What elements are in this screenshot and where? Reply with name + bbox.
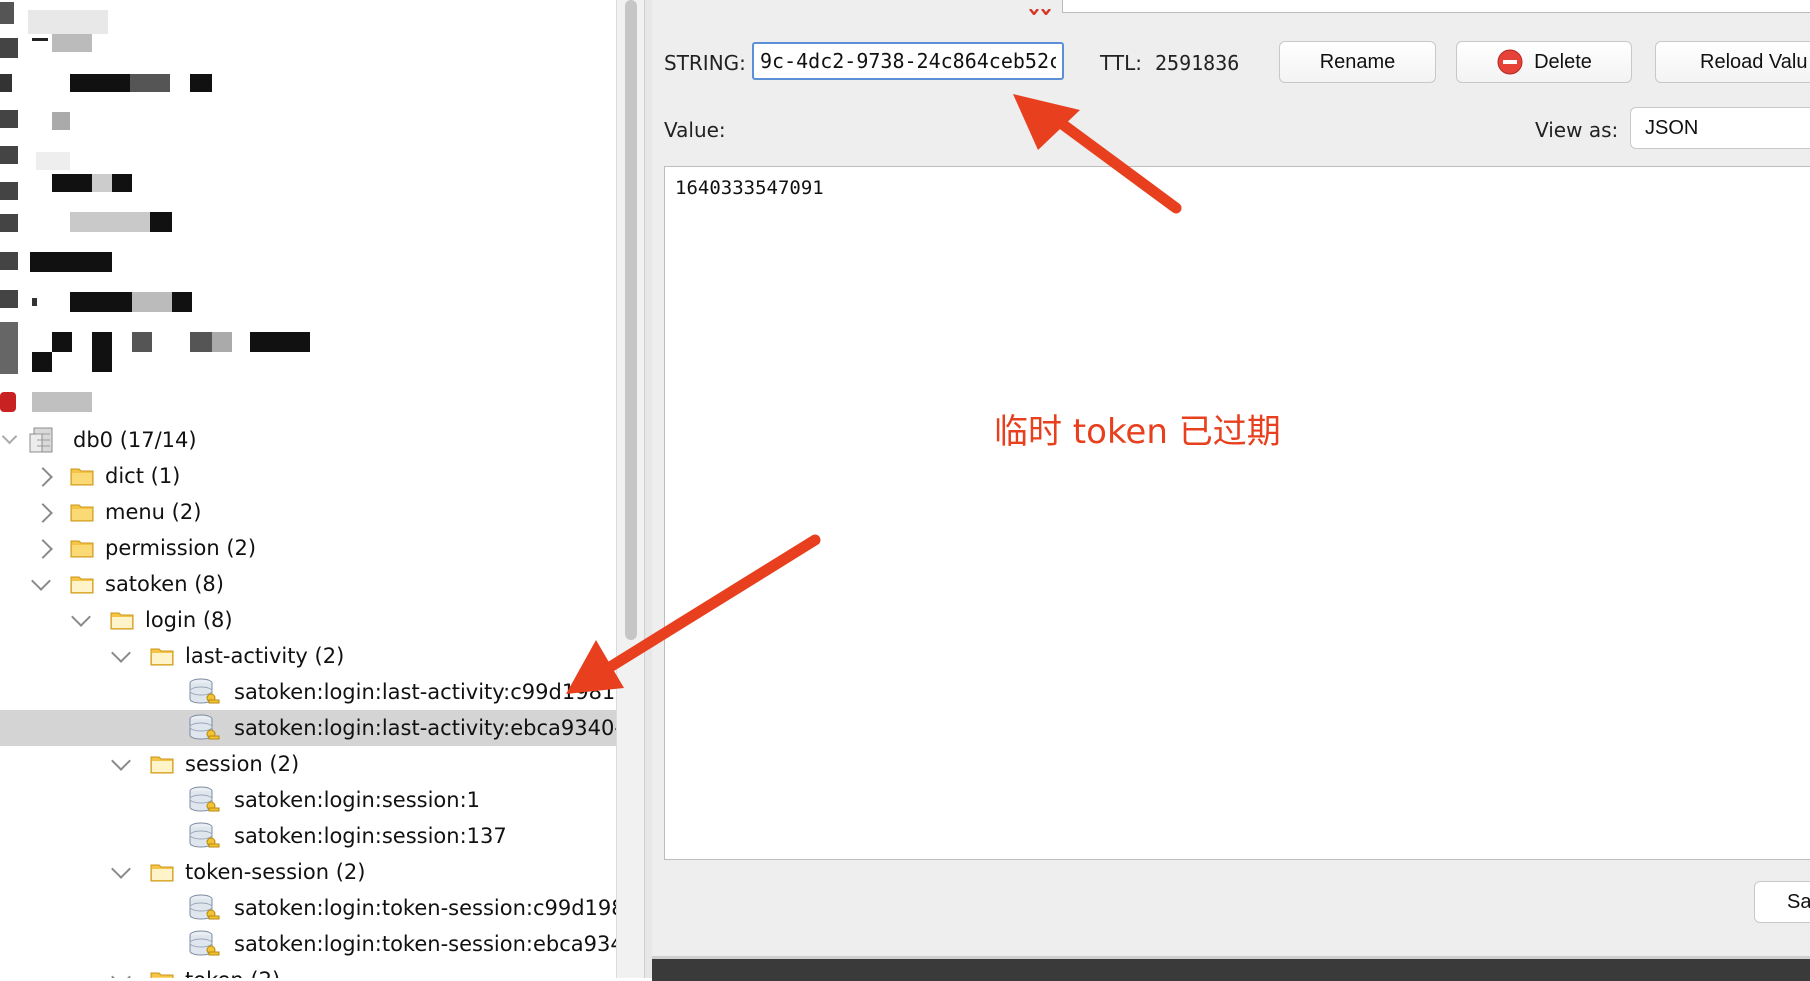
chevron-down-icon[interactable] [111,643,131,663]
folder-icon [70,468,94,486]
delete-icon [1497,49,1523,75]
folder-open-icon [150,756,174,774]
tree-folder-session[interactable]: session (2) [0,746,616,782]
tab-strip [1062,0,1810,13]
tree-label: dict (1) [105,464,181,488]
tree-folder-token-session[interactable]: token-session (2) [0,854,616,890]
string-key-icon [189,894,220,920]
key-type-label: STRING: [664,51,746,75]
folder-open-icon [150,864,174,882]
chevron-down-icon[interactable] [1,428,18,445]
tree-key-last-activity-ebca-selected[interactable]: satoken:login:last-activity:ebca9340-64 [0,710,616,746]
chevron-right-icon[interactable] [33,503,53,523]
tree-label: satoken:login:session:1 [234,788,481,812]
chevron-down-icon[interactable] [31,571,51,591]
string-key-icon [189,930,220,956]
folder-icon [70,540,94,558]
delete-button-label: Delete [1534,50,1592,73]
tree-label: last-activity (2) [185,644,345,668]
tree-label: satoken:login:token-session:c99d1981 [234,896,616,920]
tree-label: satoken:login:session:137 [234,824,507,848]
tab-close-icon[interactable] [1026,0,1056,17]
folder-open-icon [110,612,134,630]
tree-folder-login[interactable]: login (8) [0,602,616,638]
tree-label: session (2) [185,752,300,776]
reload-button-label: Reload Valu [1700,50,1808,73]
connection-tree-panel: db0 (17/14) dict (1) menu (2) permission… [0,0,616,978]
tree-db-db0[interactable]: db0 (17/14) [0,422,616,458]
folder-icon [150,972,174,978]
tree-folder-token[interactable]: token (2) [0,962,616,978]
tree-folder-last-activity[interactable]: last-activity (2) [0,638,616,674]
tree-label: menu (2) [105,500,202,524]
string-key-icon [189,822,220,848]
tree-label: satoken:login:last-activity:c99d1981-6 [234,680,616,704]
tree-label: permission (2) [105,536,257,560]
tree-scrollbar[interactable] [616,0,645,978]
tree-label: token (2) [185,968,280,978]
tree-folder-dict[interactable]: dict (1) [0,458,616,494]
tree-label: token-session (2) [185,860,366,884]
rename-button[interactable]: Rename [1279,41,1436,83]
string-key-icon [189,786,220,812]
tree-label: satoken (8) [105,572,224,596]
tree-db-label: db0 (17/14) [73,428,197,452]
tree-key-session-137[interactable]: satoken:login:session:137 [0,818,616,854]
redacted-server-list [0,0,320,420]
ttl-value: 2591836 [1155,51,1240,75]
tree-key-session-1[interactable]: satoken:login:session:1 [0,782,616,818]
folder-open-icon [150,648,174,666]
tree-folder-satoken[interactable]: satoken (8) [0,566,616,602]
chevron-down-icon[interactable] [111,751,131,771]
database-icon [29,427,53,453]
string-key-icon [189,678,220,704]
value-editor[interactable]: 1640333547091 [664,166,1810,860]
tree-scrollbar-thumb[interactable] [625,0,637,640]
reload-value-button[interactable]: Reload Valu [1655,41,1810,83]
value-content: 1640333547091 [675,177,824,199]
tree-key-token-session-c99d[interactable]: satoken:login:token-session:c99d1981 [0,890,616,926]
tree-key-last-activity-c99d[interactable]: satoken:login:last-activity:c99d1981-6 [0,674,616,710]
view-as-label: View as: [1535,118,1619,142]
bottom-bar [652,956,1810,981]
view-as-select[interactable]: JSON [1630,107,1810,149]
save-button-label: Sa [1787,891,1810,913]
chevron-down-icon[interactable] [111,967,131,978]
string-key-icon [189,714,220,740]
view-as-selected-value: JSON [1645,116,1699,139]
rename-button-label: Rename [1319,50,1396,73]
tree-key-token-session-ebca[interactable]: satoken:login:token-session:ebca9340- [0,926,616,962]
save-button[interactable]: Sa [1754,881,1810,923]
ttl-label: TTL: [1100,51,1142,75]
chevron-right-icon[interactable] [33,467,53,487]
tree-folder-menu[interactable]: menu (2) [0,494,616,530]
chevron-down-icon[interactable] [111,859,131,879]
tree-folder-permission[interactable]: permission (2) [0,530,616,566]
chevron-right-icon[interactable] [33,539,53,559]
tree-label: login (8) [145,608,233,632]
annotation-text: 临时 token 已过期 [994,412,1281,452]
folder-icon [70,504,94,522]
chevron-down-icon[interactable] [71,607,91,627]
tree-label: satoken:login:last-activity:ebca9340-64 [234,716,616,740]
key-name-input[interactable] [752,42,1064,80]
delete-button[interactable]: Delete [1456,41,1632,83]
tree-label: satoken:login:token-session:ebca9340- [234,932,616,956]
folder-open-icon [70,576,94,594]
value-label: Value: [664,118,726,142]
